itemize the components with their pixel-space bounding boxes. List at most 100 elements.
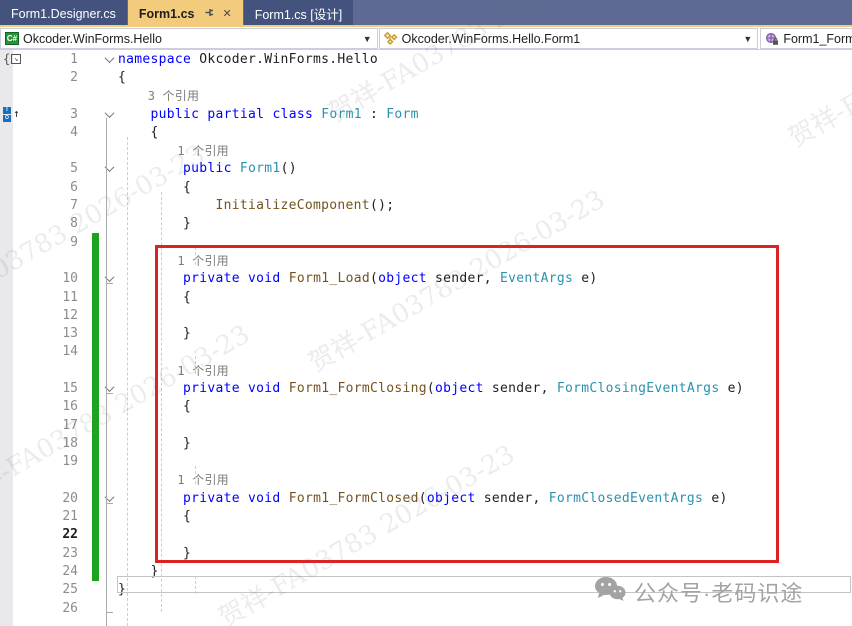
change-margin	[78, 581, 100, 599]
change-margin	[78, 507, 100, 525]
line-number[interactable]: 19	[44, 454, 78, 469]
chevron-down-icon: ▼	[743, 34, 752, 44]
line-number[interactable]: 5	[44, 161, 78, 176]
code-text: }	[118, 564, 852, 579]
line-number[interactable]: 6	[44, 180, 78, 195]
close-icon[interactable]: ✕	[223, 7, 232, 20]
inheritance-margin-icon[interactable]: IO↑	[3, 107, 20, 122]
outlining-margin[interactable]	[100, 111, 118, 118]
line-number[interactable]: 17	[44, 418, 78, 433]
code-token: FormClosedEventArgs	[549, 491, 703, 506]
chevron-down-icon: ▼	[363, 34, 372, 44]
glyph-margin	[0, 544, 44, 562]
line-number[interactable]: 20	[44, 491, 78, 506]
outlining-tick	[107, 612, 113, 613]
change-margin	[78, 123, 100, 141]
code-editor[interactable]: {↘1namespace Okcoder.WinForms.Hello2{ 3 …	[0, 50, 852, 626]
code-token: }	[118, 564, 159, 579]
fold-chevron-icon[interactable]	[104, 53, 114, 63]
line-number[interactable]: 7	[44, 198, 78, 213]
indent-guide	[127, 137, 128, 626]
code-token: {	[118, 125, 159, 140]
code-token: Form1_FormClosed	[289, 491, 419, 506]
codelens-references[interactable]: 1 个引用	[118, 252, 852, 269]
line-number[interactable]: 14	[44, 344, 78, 359]
outlining-margin[interactable]	[100, 495, 118, 502]
member-dropdown-value: Form1_Form	[783, 32, 852, 46]
code-token: }	[118, 326, 191, 341]
change-tracking-bar	[92, 288, 99, 306]
code-text: {	[118, 509, 852, 524]
line-number[interactable]: 11	[44, 290, 78, 305]
change-margin	[78, 489, 100, 507]
line-number[interactable]: 15	[44, 381, 78, 396]
change-margin	[78, 141, 100, 159]
tab-form1-cs[interactable]: Form1.cs ✕	[128, 0, 243, 27]
codelens-references[interactable]: 1 个引用	[118, 471, 852, 488]
line-number[interactable]: 3	[44, 107, 78, 122]
code-token: private	[183, 271, 240, 286]
indent-guide	[195, 466, 196, 484]
pin-icon[interactable]	[204, 7, 215, 21]
change-margin	[78, 215, 100, 233]
member-dropdown[interactable]: Form1_Form	[760, 28, 852, 49]
project-dropdown[interactable]: C# Okcoder.WinForms.Hello ▼	[0, 28, 378, 49]
code-token: EventArgs	[500, 271, 573, 286]
code-line[interactable]: 2{	[0, 68, 852, 86]
outlining-margin[interactable]	[100, 56, 118, 63]
codelens-line[interactable]: 3 个引用	[0, 87, 852, 105]
code-text: {	[118, 180, 852, 195]
change-margin	[78, 160, 100, 178]
change-margin	[78, 306, 100, 324]
codelens-references[interactable]: 3 个引用	[118, 87, 852, 104]
line-number[interactable]: 22	[44, 527, 78, 542]
outlining-line	[106, 118, 107, 626]
code-token	[240, 271, 248, 286]
code-text: public partial class Form1 : Form	[118, 107, 852, 122]
code-token: ();	[370, 198, 394, 213]
line-number[interactable]: 24	[44, 564, 78, 579]
line-number[interactable]: 8	[44, 216, 78, 231]
glyph-margin	[0, 581, 44, 599]
code-navigation-bar: C# Okcoder.WinForms.Hello ▼ Okcoder.WinF…	[0, 27, 852, 50]
code-line[interactable]: {↘1namespace Okcoder.WinForms.Hello	[0, 50, 852, 68]
code-line[interactable]: IO↑ 3 public partial class Form1 : Form	[0, 105, 852, 123]
outlining-margin[interactable]	[100, 385, 118, 392]
line-number[interactable]: 13	[44, 326, 78, 341]
glyph-margin	[0, 306, 44, 324]
glyph-margin	[0, 599, 44, 617]
change-tracking-bar	[92, 270, 99, 288]
line-number[interactable]: 25	[44, 582, 78, 597]
code-text: namespace Okcoder.WinForms.Hello	[118, 52, 852, 67]
code-token: void	[248, 381, 281, 396]
tab-form1-designer-cs[interactable]: Form1.Designer.cs	[0, 0, 127, 27]
line-number[interactable]: 4	[44, 125, 78, 140]
code-token: object	[435, 381, 484, 396]
type-dropdown[interactable]: Okcoder.WinForms.Hello.Form1 ▼	[379, 28, 759, 49]
line-number[interactable]: 26	[44, 601, 78, 616]
glyph-margin	[0, 453, 44, 471]
tab-form1-cs-design[interactable]: Form1.cs [设计]	[244, 0, 354, 27]
change-margin	[78, 526, 100, 544]
line-number[interactable]: 18	[44, 436, 78, 451]
line-number[interactable]: 12	[44, 308, 78, 323]
line-number[interactable]: 2	[44, 70, 78, 85]
glyph-margin	[0, 215, 44, 233]
outlining-margin[interactable]	[100, 165, 118, 172]
line-number[interactable]: 21	[44, 509, 78, 524]
line-number[interactable]: 16	[44, 399, 78, 414]
change-margin	[78, 68, 100, 86]
fold-chevron-icon[interactable]	[104, 108, 114, 118]
line-number[interactable]: 23	[44, 546, 78, 561]
glyph-margin	[0, 416, 44, 434]
code-text: {	[118, 399, 852, 414]
code-token: {	[118, 509, 191, 524]
code-token: FormClosingEventArgs	[557, 381, 720, 396]
glyph-margin	[0, 507, 44, 525]
codelens-references[interactable]: 1 个引用	[118, 362, 852, 379]
outlining-margin[interactable]	[100, 275, 118, 282]
codelens-references[interactable]: 1 个引用	[118, 142, 852, 159]
line-number[interactable]: 10	[44, 271, 78, 286]
line-number[interactable]: 1	[44, 52, 78, 67]
line-number[interactable]: 9	[44, 235, 78, 250]
